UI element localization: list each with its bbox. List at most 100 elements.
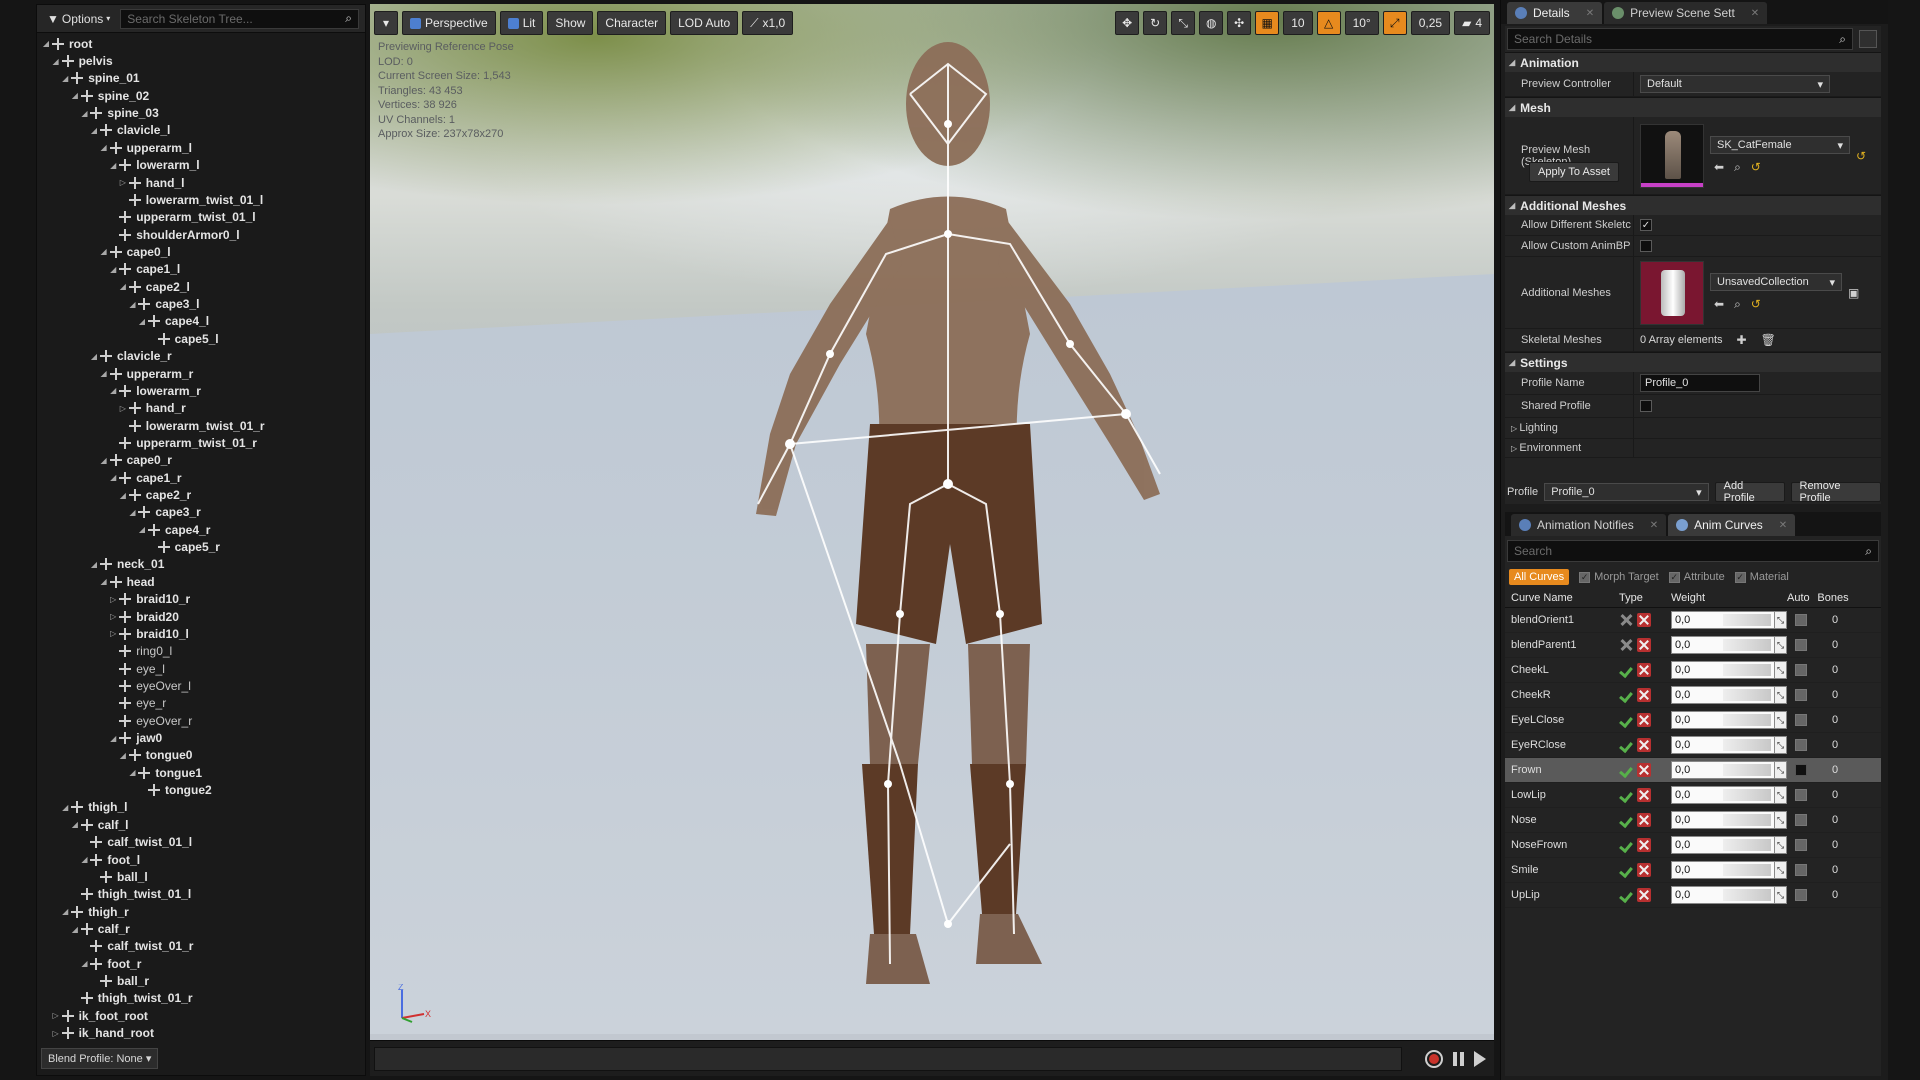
filter-attribute[interactable]: ✓ Attribute (1668, 571, 1725, 583)
section-mesh[interactable]: ◢ Mesh (1505, 97, 1881, 117)
collapsed-arrow-icon[interactable]: ▷ (108, 629, 118, 638)
expanded-arrow-icon[interactable]: ◢ (89, 352, 99, 361)
preview-mesh-thumbnail[interactable] (1640, 123, 1704, 188)
view-options-icon[interactable] (1859, 30, 1877, 48)
morph-target-icon[interactable] (1619, 713, 1633, 727)
bone-row[interactable]: ◢ head (37, 573, 365, 590)
expanded-arrow-icon[interactable]: ◢ (118, 282, 128, 291)
bone-row[interactable]: ◢ cape2_l (37, 278, 365, 295)
expanded-arrow-icon[interactable]: ◢ (99, 247, 109, 256)
morph-target-icon[interactable] (1619, 688, 1633, 702)
weight-spinbox[interactable]: 0,0 ⤡ (1671, 636, 1787, 654)
col-bones[interactable]: Bones (1813, 592, 1853, 604)
bone-row[interactable]: calf_twist_01_r (37, 938, 365, 955)
bone-row[interactable]: ◢ lowerarm_l (37, 157, 365, 174)
morph-target-icon[interactable] (1619, 863, 1633, 877)
auto-checkbox[interactable] (1795, 864, 1807, 876)
expand-icon[interactable]: ⤡ (1775, 661, 1787, 679)
expanded-arrow-icon[interactable]: ◢ (60, 74, 70, 83)
weight-spinbox[interactable]: 0,0 ⤡ (1671, 861, 1787, 879)
coordinate-space-button[interactable]: ◍ (1199, 11, 1224, 35)
tab-preview-scene-settings[interactable]: Preview Scene Sett ✕ (1604, 2, 1768, 24)
scale-tool-button[interactable]: ⤡ (1171, 11, 1196, 35)
not-morph-icon[interactable] (1619, 613, 1633, 627)
expand-icon[interactable]: ⤡ (1775, 686, 1787, 704)
bone-row[interactable]: ◢ root (37, 35, 365, 52)
morph-target-icon[interactable] (1619, 763, 1633, 777)
bone-row[interactable]: ◢ calf_r (37, 920, 365, 937)
play-button[interactable] (1474, 1050, 1486, 1067)
use-selected-icon[interactable]: ⬅ (1714, 160, 1724, 175)
bone-row[interactable]: ▷ hand_r (37, 400, 365, 417)
timeline-scrubber[interactable] (374, 1047, 1402, 1071)
scale-snap-button[interactable]: ⤢ (1382, 11, 1407, 35)
surface-snap-button[interactable]: ✣ (1227, 11, 1252, 35)
bone-row[interactable]: ◢ upperarm_l (37, 139, 365, 156)
rotate-tool-button[interactable]: ↻ (1143, 11, 1168, 35)
bone-row[interactable]: ◢ thigh_r (37, 903, 365, 920)
weight-spinbox[interactable]: 0,0 ⤡ (1671, 661, 1787, 679)
expanded-arrow-icon[interactable]: ◢ (70, 925, 80, 934)
morph-target-icon[interactable] (1619, 813, 1633, 827)
section-additional-meshes[interactable]: ◢ Additional Meshes (1505, 195, 1881, 215)
expand-icon[interactable]: ⤡ (1775, 761, 1787, 779)
lit-button[interactable]: Lit (499, 11, 544, 35)
bone-row[interactable]: ▷ braid20 (37, 608, 365, 625)
allow-different-checkbox[interactable]: ✓ (1640, 219, 1652, 231)
bone-row[interactable]: ◢ cape0_l (37, 243, 365, 260)
expanded-arrow-icon[interactable]: ◢ (79, 959, 89, 968)
weight-spinbox[interactable]: 0,0 ⤡ (1671, 811, 1787, 829)
bone-row[interactable]: upperarm_twist_01_l (37, 209, 365, 226)
bone-row[interactable]: eyeOver_r (37, 712, 365, 729)
camera-speed-button[interactable]: ▰ 4 (1454, 11, 1490, 35)
bone-row[interactable]: ▷ ik_foot_root (37, 1007, 365, 1024)
bone-row[interactable]: ◢ neck_01 (37, 556, 365, 573)
expand-icon[interactable]: ⤡ (1775, 611, 1787, 629)
add-profile-button[interactable]: Add Profile (1714, 480, 1785, 504)
expanded-arrow-icon[interactable]: ◢ (99, 143, 109, 152)
bone-row[interactable]: ▷ ik_hand_root (37, 1024, 365, 1041)
expanded-arrow-icon[interactable]: ◢ (118, 751, 128, 760)
expanded-arrow-icon[interactable]: ◢ (118, 491, 128, 500)
bone-row[interactable]: shoulderArmor0_l (37, 226, 365, 243)
details-search-input[interactable] (1514, 32, 1840, 46)
bone-row[interactable]: ball_l (37, 868, 365, 885)
expanded-arrow-icon[interactable]: ◢ (127, 768, 137, 777)
expanded-arrow-icon[interactable]: ◢ (137, 317, 147, 326)
auto-checkbox[interactable] (1795, 814, 1807, 826)
delete-curve-icon[interactable] (1637, 688, 1651, 702)
curve-row[interactable]: Smile 0,0 ⤡ 0 (1505, 858, 1881, 883)
delete-curve-icon[interactable] (1637, 838, 1651, 852)
expand-icon[interactable]: ⤡ (1775, 711, 1787, 729)
bone-row[interactable]: ◢ tongue1 (37, 764, 365, 781)
bone-row[interactable]: ▷ braid10_l (37, 625, 365, 642)
curves-search-input[interactable] (1514, 544, 1866, 558)
tab-details[interactable]: Details ✕ (1507, 2, 1603, 24)
curve-row[interactable]: UpLip 0,0 ⤡ 0 (1505, 883, 1881, 908)
curve-row[interactable]: CheekR 0,0 ⤡ 0 (1505, 683, 1881, 708)
curve-row[interactable]: NoseFrown 0,0 ⤡ 0 (1505, 833, 1881, 858)
collapsed-arrow-icon[interactable]: ▷ (118, 178, 128, 187)
bone-row[interactable]: ball_r (37, 972, 365, 989)
auto-checkbox[interactable] (1795, 689, 1807, 701)
curve-row[interactable]: Nose 0,0 ⤡ 0 (1505, 808, 1881, 833)
expanded-arrow-icon[interactable]: ◢ (89, 126, 99, 135)
expanded-arrow-icon[interactable]: ◢ (60, 907, 70, 916)
bone-row[interactable]: eyeOver_l (37, 677, 365, 694)
expanded-arrow-icon[interactable]: ◢ (108, 473, 118, 482)
show-button[interactable]: Show (547, 11, 594, 35)
delete-curve-icon[interactable] (1637, 713, 1651, 727)
auto-checkbox[interactable] (1795, 889, 1807, 901)
bone-row[interactable]: ◢ cape3_r (37, 504, 365, 521)
col-auto[interactable]: Auto (1787, 592, 1813, 604)
playback-speed-button[interactable]: ⟋ x1,0 (742, 11, 794, 35)
expanded-arrow-icon[interactable]: ◢ (70, 91, 80, 100)
close-icon[interactable]: ✕ (1751, 8, 1759, 19)
bone-row[interactable]: ◢ cape0_r (37, 452, 365, 469)
prop-environment[interactable]: ▷ Environment (1505, 439, 1881, 458)
add-icon[interactable]: ✚ (1737, 333, 1747, 347)
expanded-arrow-icon[interactable]: ◢ (51, 57, 61, 66)
expand-icon[interactable]: ⤡ (1775, 886, 1787, 904)
bone-row[interactable]: lowerarm_twist_01_l (37, 191, 365, 208)
bone-row[interactable]: thigh_twist_01_r (37, 990, 365, 1007)
